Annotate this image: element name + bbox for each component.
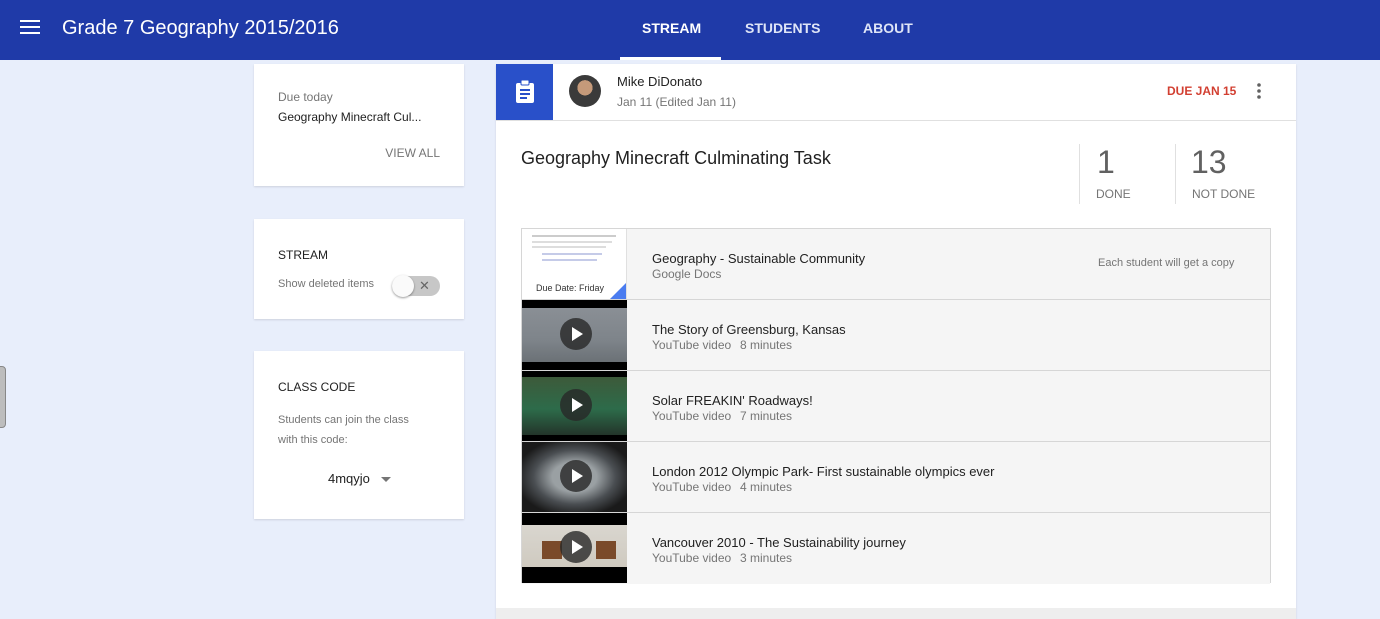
- video-duration: 3 minutes: [740, 551, 793, 565]
- due-today-card: Due today Geography Minecraft Cul... VIE…: [254, 64, 464, 186]
- doc-thumb-text: Due Date: Friday: [536, 283, 605, 293]
- tab-students[interactable]: STUDENTS: [745, 20, 820, 36]
- done-label: DONE: [1096, 187, 1131, 201]
- attachment-title[interactable]: The Story of Greensburg, Kansas: [652, 322, 846, 337]
- play-icon: [560, 389, 592, 421]
- header-divider: [496, 120, 1296, 121]
- video-duration: 4 minutes: [740, 480, 793, 494]
- dropdown-arrow-icon[interactable]: [381, 477, 391, 482]
- assignment-post-card: Mike DiDonato Jan 11 (Edited Jan 11) DUE…: [496, 64, 1296, 619]
- play-icon: [560, 460, 592, 492]
- stat-divider: [1175, 144, 1176, 204]
- attachment-list: Due Date: Friday Geography - Sustainable…: [521, 228, 1271, 584]
- more-options-icon[interactable]: [1251, 82, 1271, 102]
- copy-mode-note[interactable]: Each student will get a copy: [1098, 257, 1234, 269]
- due-item-link[interactable]: Geography Minecraft Cul...: [278, 110, 421, 124]
- attachment-type: YouTube video: [652, 480, 732, 494]
- class-code-title: CLASS CODE: [278, 380, 356, 394]
- author-avatar[interactable]: [569, 75, 601, 107]
- attachment-title[interactable]: Vancouver 2010 - The Sustainability jour…: [652, 535, 906, 550]
- video-thumbnail: [522, 300, 627, 370]
- attachment-item-video[interactable]: London 2012 Olympic Park- First sustaina…: [522, 442, 1270, 513]
- post-date: Jan 11 (Edited Jan 11): [617, 95, 736, 109]
- top-app-bar: Grade 7 Geography 2015/2016 STREAM STUDE…: [0, 0, 1380, 60]
- assignment-title[interactable]: Geography Minecraft Culminating Task: [521, 148, 831, 169]
- tab-stream[interactable]: STREAM: [642, 20, 701, 36]
- not-done-count[interactable]: 13: [1191, 144, 1227, 181]
- show-deleted-toggle[interactable]: ✕: [392, 275, 440, 297]
- stat-divider: [1079, 144, 1080, 204]
- class-code-description: Students can join the class: [278, 414, 409, 426]
- attachment-item-doc[interactable]: Due Date: Friday Geography - Sustainable…: [522, 229, 1270, 300]
- attachment-title[interactable]: Geography - Sustainable Community: [652, 251, 865, 266]
- stream-card-title: STREAM: [278, 248, 329, 262]
- tab-about[interactable]: ABOUT: [863, 20, 913, 36]
- play-icon: [560, 531, 592, 563]
- attachment-type: YouTube video: [652, 551, 732, 565]
- clipboard-icon: [516, 79, 534, 103]
- due-date-label: DUE JAN 15: [1167, 84, 1237, 98]
- close-icon: ✕: [419, 278, 430, 293]
- not-done-label: NOT DONE: [1192, 187, 1256, 201]
- video-duration: 8 minutes: [740, 338, 793, 352]
- doc-corner-icon: [610, 283, 626, 299]
- assignment-type-badge: [496, 64, 553, 120]
- video-thumbnail: [522, 513, 627, 583]
- due-today-label: Due today: [278, 90, 333, 104]
- play-icon: [560, 318, 592, 350]
- video-thumbnail: [522, 442, 627, 512]
- attachment-title[interactable]: Solar FREAKIN' Roadways!: [652, 393, 813, 408]
- attachment-title[interactable]: London 2012 Olympic Park- First sustaina…: [652, 464, 994, 479]
- class-code-description-2: with this code:: [278, 434, 348, 446]
- class-code-value[interactable]: 4mqyjo: [328, 471, 370, 486]
- attachment-item-video[interactable]: The Story of Greensburg, Kansas YouTube …: [522, 300, 1270, 371]
- done-count[interactable]: 1: [1097, 144, 1115, 181]
- attachment-type: YouTube video: [652, 338, 732, 352]
- active-tab-indicator: [620, 57, 721, 60]
- side-panel-handle[interactable]: [0, 366, 6, 428]
- stream-settings-card: STREAM Show deleted items ✕: [254, 219, 464, 319]
- attachment-item-video[interactable]: Vancouver 2010 - The Sustainability jour…: [522, 513, 1270, 584]
- attachment-type: Google Docs: [652, 267, 722, 281]
- nav-tabs: STREAM STUDENTS ABOUT: [0, 0, 1380, 60]
- author-name[interactable]: Mike DiDonato: [617, 74, 702, 89]
- attachment-type: YouTube video: [652, 409, 732, 423]
- video-thumbnail: [522, 371, 627, 441]
- card-footer: [496, 608, 1296, 619]
- class-code-card: CLASS CODE Students can join the class w…: [254, 351, 464, 519]
- video-duration: 7 minutes: [740, 409, 793, 423]
- show-deleted-label: Show deleted items: [278, 278, 374, 290]
- toggle-knob: [392, 275, 414, 297]
- view-all-button[interactable]: VIEW ALL: [385, 146, 440, 160]
- attachment-item-video[interactable]: Solar FREAKIN' Roadways! YouTube video 7…: [522, 371, 1270, 442]
- doc-thumbnail: Due Date: Friday: [522, 229, 627, 299]
